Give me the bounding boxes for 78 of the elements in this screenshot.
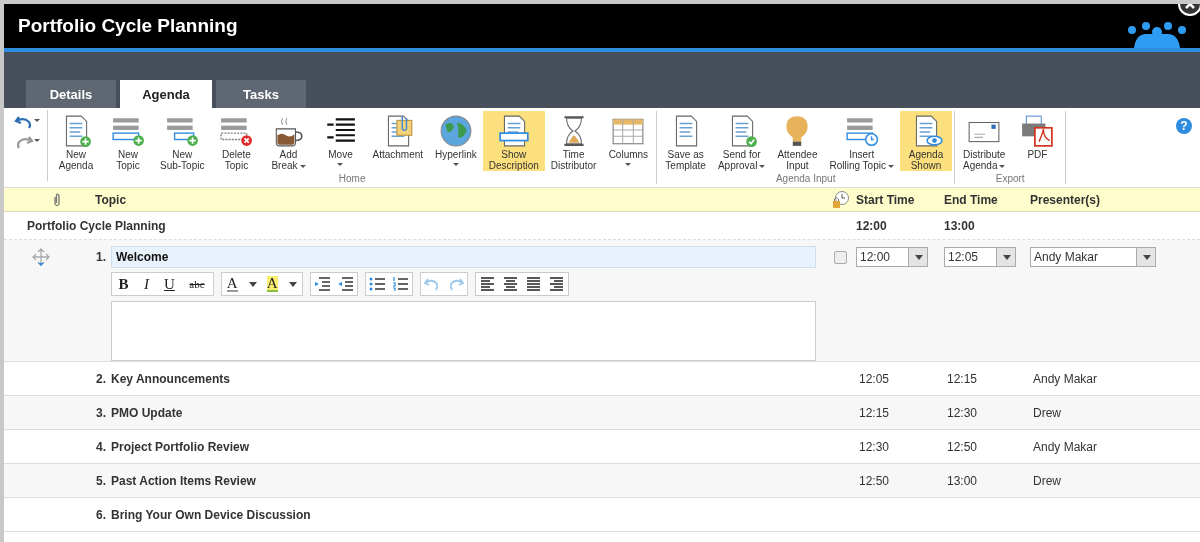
column-header: Start Time	[856, 192, 915, 207]
printer-icon	[1020, 114, 1055, 148]
column-header: Presenter(s)	[1030, 192, 1101, 207]
presenter-name: Drew	[1033, 473, 1061, 488]
start-time: 12:50	[859, 473, 890, 488]
format-button[interactable]: B	[112, 273, 135, 295]
help-button[interactable]: ?	[1176, 118, 1192, 134]
start-time-select[interactable]: 12:00	[856, 247, 928, 267]
paperclip-icon	[53, 192, 61, 207]
ribbon-button[interactable]: New Agenda	[50, 111, 102, 171]
group-label: Export	[995, 173, 1025, 184]
ribbon-button[interactable]: Time Distributor	[544, 111, 603, 171]
topic-number: 2.	[96, 371, 106, 386]
end-time-select[interactable]: 12:05	[944, 247, 1016, 267]
topic-number: 1.	[96, 250, 106, 264]
ribbon-button[interactable]: Attendee Input	[771, 111, 824, 171]
close-icon[interactable]	[1178, 4, 1200, 16]
lock-time-checkbox[interactable]	[833, 251, 847, 264]
topic-number: 3.	[96, 405, 106, 420]
description-field[interactable]	[111, 301, 816, 361]
globe-icon	[438, 114, 473, 148]
presenter-select[interactable]: Andy Makar	[1030, 247, 1156, 267]
ribbon-button[interactable]: Save as Template	[659, 111, 712, 171]
ribbon-button[interactable]: Insert Rolling Topic	[823, 111, 900, 171]
group-label: Home	[338, 173, 366, 184]
move-handle-icon[interactable]	[32, 248, 50, 266]
format-button[interactable]: abc	[181, 273, 213, 295]
format-button[interactable]: U	[158, 273, 181, 295]
end-time: 12:50	[947, 439, 978, 454]
ribbon-button[interactable]: Columns	[602, 111, 655, 171]
topic-title: Bring Your Own Device Discussion	[111, 507, 311, 522]
window-title: Portfolio Cycle Planning	[18, 15, 238, 37]
presenter-name: Andy Makar	[1033, 371, 1098, 386]
end-time: 12:30	[947, 405, 978, 420]
group-label: Agenda Input	[775, 173, 836, 184]
start-time: 12:00	[856, 218, 887, 233]
start-time: 12:15	[859, 405, 890, 420]
topic-title: PMO Update	[111, 405, 183, 420]
topic-number: 5.	[96, 473, 106, 488]
presenter-name: Drew	[1033, 405, 1061, 420]
redo-icon[interactable]	[14, 134, 40, 150]
column-header: Topic	[95, 192, 127, 207]
start-time: 12:05	[859, 371, 890, 386]
ribbon-button[interactable]: Add Break	[262, 111, 315, 171]
topic-number: 6.	[96, 507, 106, 522]
ribbon-button[interactable]: Agenda Shown	[899, 111, 952, 171]
ribbon-button[interactable]: Delete Topic	[210, 111, 263, 171]
topic-number: 4.	[96, 439, 106, 454]
logo-icon	[1126, 22, 1188, 48]
ribbon-button[interactable]: Hyperlink	[429, 111, 483, 171]
presenter-name: Andy Makar	[1033, 439, 1098, 454]
ribbon-button[interactable]: New Sub-Topic	[154, 111, 211, 171]
format-button[interactable]: I	[135, 273, 158, 295]
ribbon-button[interactable]: New Topic	[102, 111, 154, 171]
start-time: 12:30	[859, 439, 890, 454]
topic-title: Past Action Items Review	[111, 473, 256, 488]
ribbon-button[interactable]: Show Description	[482, 111, 545, 171]
ribbon-button[interactable]: Attachment	[366, 111, 430, 171]
agenda-title: Portfolio Cycle Planning	[27, 218, 166, 233]
topic-title: Project Portfolio Review	[111, 439, 250, 454]
tab[interactable]: Agenda	[120, 80, 212, 108]
ribbon-button[interactable]: PDF	[1011, 111, 1064, 171]
ribbon-button[interactable]: Send for Approval	[711, 111, 772, 171]
undo-icon[interactable]	[14, 114, 40, 130]
end-time: 13:00	[944, 218, 975, 233]
highlight-button[interactable]: A	[262, 273, 302, 295]
end-time: 12:15	[947, 371, 978, 386]
font-color-button[interactable]: A	[222, 273, 262, 295]
topic-input[interactable]: Welcome	[111, 246, 816, 268]
tab[interactable]: Details	[26, 80, 116, 108]
end-time: 13:00	[947, 473, 978, 488]
ribbon-button[interactable]: Distribute Agenda	[956, 111, 1012, 171]
column-header: End Time	[944, 192, 998, 207]
topic-title: Key Announcements	[111, 371, 230, 386]
clock-lock-icon	[831, 190, 849, 209]
tab[interactable]: Tasks	[216, 80, 306, 108]
ribbon-button[interactable]: Move	[314, 111, 367, 171]
document-icon	[496, 114, 531, 148]
